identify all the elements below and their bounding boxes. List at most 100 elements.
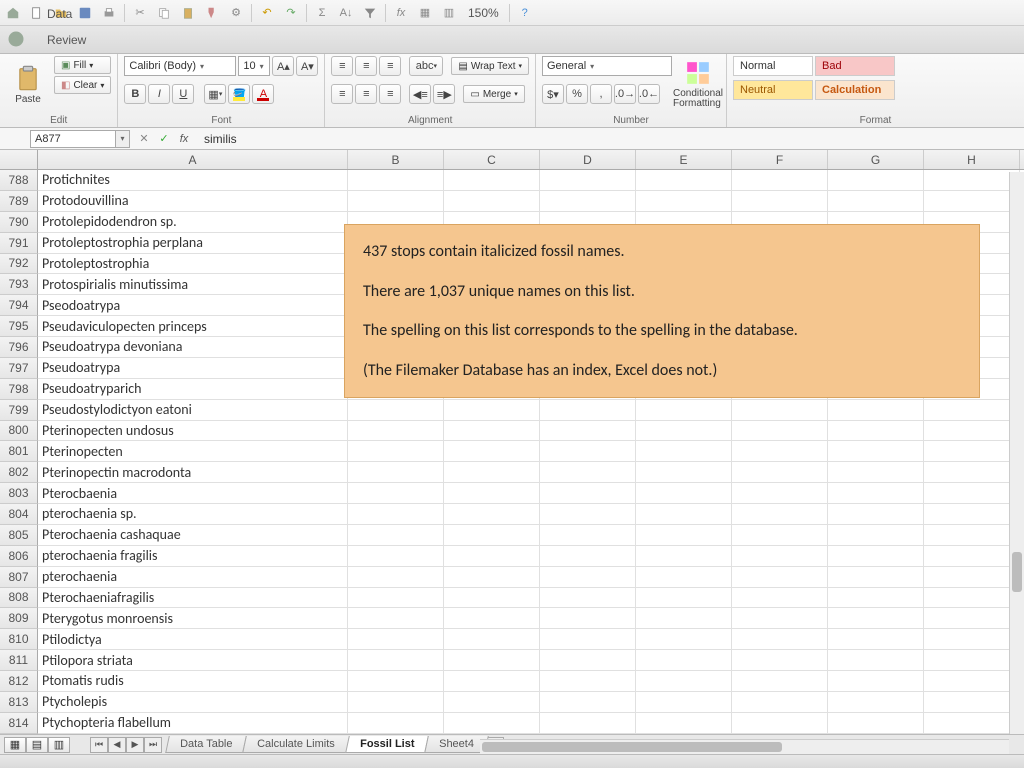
sort-icon[interactable]: A↓	[337, 4, 355, 22]
autosum-icon[interactable]: Σ	[313, 4, 331, 22]
cell[interactable]	[540, 608, 636, 629]
tab-data[interactable]: Data	[32, 1, 112, 27]
cell[interactable]	[444, 441, 540, 462]
cell[interactable]	[924, 713, 1020, 734]
row-header[interactable]: 792	[0, 254, 38, 275]
cell[interactable]: pterochaenia	[38, 567, 348, 588]
currency-button[interactable]: $▾	[542, 84, 564, 104]
column-header-E[interactable]: E	[636, 150, 732, 169]
cell[interactable]: Pterinopecten	[38, 441, 348, 462]
cell[interactable]	[828, 191, 924, 212]
vertical-scrollbar[interactable]	[1009, 172, 1024, 734]
column-header-G[interactable]: G	[828, 150, 924, 169]
cell[interactable]	[540, 650, 636, 671]
row-header[interactable]: 803	[0, 483, 38, 504]
cell[interactable]	[444, 588, 540, 609]
cell[interactable]	[444, 692, 540, 713]
row-header[interactable]: 810	[0, 629, 38, 650]
cell[interactable]	[732, 546, 828, 567]
style-neutral[interactable]: Neutral	[733, 80, 813, 100]
clear-button[interactable]: ◧Clear▾	[54, 76, 111, 94]
fill-button[interactable]: ▣Fill▾	[54, 56, 111, 74]
cell[interactable]	[348, 713, 444, 734]
row-header[interactable]: 789	[0, 191, 38, 212]
cell[interactable]	[636, 567, 732, 588]
cell[interactable]: Pseudostylodictyon eatoni	[38, 400, 348, 421]
cell[interactable]	[828, 462, 924, 483]
fill-color-button[interactable]: 🪣	[228, 84, 250, 104]
align-center-button[interactable]: ≡	[355, 84, 377, 104]
cell[interactable]	[348, 650, 444, 671]
decrease-decimal-button[interactable]: .0←	[638, 84, 660, 104]
cell[interactable]	[924, 546, 1020, 567]
cell[interactable]	[444, 400, 540, 421]
cell[interactable]	[828, 441, 924, 462]
cell[interactable]: Pterochaenia cashaquae	[38, 525, 348, 546]
cell[interactable]: Pseudoatrypa devoniana	[38, 337, 348, 358]
italic-button[interactable]: I	[148, 84, 170, 104]
font-name-combo[interactable]: Calibri (Body)▾	[124, 56, 236, 76]
cell[interactable]	[924, 441, 1020, 462]
cell[interactable]	[348, 692, 444, 713]
filter-icon[interactable]	[361, 4, 379, 22]
cell[interactable]	[636, 525, 732, 546]
first-sheet-button[interactable]: ⏮	[90, 737, 108, 753]
cell[interactable]	[444, 421, 540, 442]
cell[interactable]	[732, 629, 828, 650]
cell[interactable]: Pterocbaenia	[38, 483, 348, 504]
show-formulas-icon[interactable]: ▦	[416, 4, 434, 22]
cell[interactable]	[924, 650, 1020, 671]
cell[interactable]	[732, 441, 828, 462]
cell[interactable]	[636, 441, 732, 462]
cell[interactable]	[348, 567, 444, 588]
cell[interactable]	[636, 588, 732, 609]
cell[interactable]	[732, 650, 828, 671]
align-top-button[interactable]: ≡	[331, 56, 353, 76]
cell[interactable]	[348, 525, 444, 546]
cut-icon[interactable]: ✂	[131, 4, 149, 22]
cell[interactable]: Pterinopectin macrodonta	[38, 462, 348, 483]
cell[interactable]	[444, 191, 540, 212]
row-header[interactable]: 791	[0, 233, 38, 254]
chart-icon[interactable]: ▥	[440, 4, 458, 22]
cell[interactable]: Protospirialis minutissima	[38, 274, 348, 295]
name-box-dropdown[interactable]: ▾	[116, 130, 130, 148]
cell[interactable]	[444, 504, 540, 525]
row-header[interactable]: 801	[0, 441, 38, 462]
accept-icon[interactable]: ✓	[156, 131, 172, 147]
row-header[interactable]: 804	[0, 504, 38, 525]
copy-icon[interactable]	[155, 4, 173, 22]
cell[interactable]: Protolepidodendron sp.	[38, 212, 348, 233]
cell[interactable]	[828, 588, 924, 609]
decrease-indent-button[interactable]: ◀≡	[409, 84, 431, 104]
cell[interactable]: Pterochaeniafragilis	[38, 588, 348, 609]
row-header[interactable]: 796	[0, 337, 38, 358]
cell[interactable]	[348, 191, 444, 212]
cell[interactable]	[828, 608, 924, 629]
cell[interactable]	[732, 400, 828, 421]
row-header[interactable]: 806	[0, 546, 38, 567]
cell[interactable]	[924, 191, 1020, 212]
cell[interactable]	[636, 671, 732, 692]
cell[interactable]	[828, 483, 924, 504]
row-header[interactable]: 794	[0, 295, 38, 316]
cell[interactable]	[828, 567, 924, 588]
cell[interactable]	[828, 525, 924, 546]
cancel-icon[interactable]: ✕	[136, 131, 152, 147]
select-all-corner[interactable]	[0, 150, 38, 169]
cell[interactable]	[732, 421, 828, 442]
cell[interactable]	[732, 567, 828, 588]
cell[interactable]	[924, 170, 1020, 191]
cell[interactable]: Pterygotus monroensis	[38, 608, 348, 629]
horizontal-scrollbar[interactable]	[480, 739, 1009, 754]
align-bottom-button[interactable]: ≡	[379, 56, 401, 76]
next-sheet-button[interactable]: ▶	[126, 737, 144, 753]
row-header[interactable]: 797	[0, 358, 38, 379]
cell[interactable]	[924, 525, 1020, 546]
cell[interactable]	[540, 525, 636, 546]
percent-button[interactable]: %	[566, 84, 588, 104]
row-header[interactable]: 805	[0, 525, 38, 546]
paste-button[interactable]: Paste	[6, 56, 50, 112]
cell[interactable]	[636, 713, 732, 734]
cell[interactable]	[924, 567, 1020, 588]
